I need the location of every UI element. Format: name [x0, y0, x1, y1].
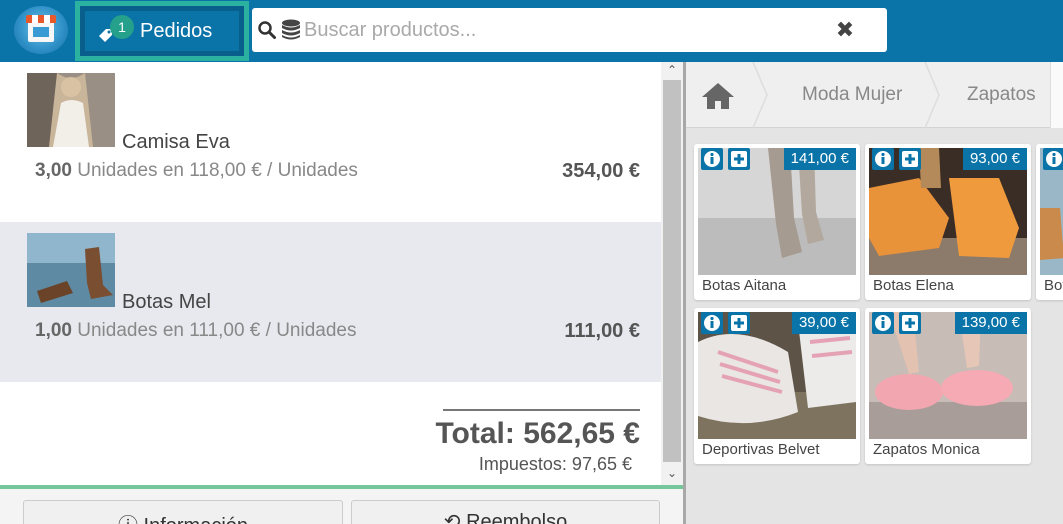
product-thumbnail: [27, 73, 115, 147]
order-scrollbar[interactable]: ⌃ ⌄: [661, 62, 683, 485]
scroll-down-icon[interactable]: ⌄: [666, 467, 678, 479]
breadcrumb-scrollbar[interactable]: [1050, 62, 1063, 128]
info-icon[interactable]: [872, 312, 894, 334]
home-icon[interactable]: [701, 82, 735, 110]
order-line-qty-value: 1,00: [35, 320, 72, 341]
info-icon[interactable]: [872, 148, 894, 170]
scrollbar-thumb[interactable]: [663, 80, 681, 462]
order-line-qty-detail: Unidades en 118,00 € / Unidades: [77, 160, 358, 181]
store-logo-icon[interactable]: [14, 6, 68, 54]
search-icon: [258, 21, 276, 39]
breadcrumb-item[interactable]: Zapatos: [967, 84, 1036, 106]
breadcrumb-item[interactable]: Moda Mujer: [802, 84, 902, 106]
info-icon[interactable]: [1043, 148, 1063, 170]
product-name: Botas Aitana: [702, 277, 787, 294]
order-line-price: 354,00 €: [562, 160, 640, 182]
search-input[interactable]: [304, 14, 824, 46]
orders-button[interactable]: 1 Pedidos: [75, 1, 249, 61]
product-name: Botas Elena: [873, 277, 954, 294]
product-card[interactable]: 93,00 € Botas Elena: [865, 144, 1031, 300]
order-panel: Camisa Eva 3,00 Unidades en 118,00 € / U…: [0, 62, 661, 485]
order-taxes: Impuestos: 97,65 €: [478, 454, 632, 474]
order-line-qty-detail: Unidades en 111,00 € / Unidades: [77, 320, 357, 341]
order-line[interactable]: Camisa Eva 3,00 Unidades en 118,00 € / U…: [0, 62, 661, 222]
search-bar: ✖: [252, 8, 887, 52]
order-line-price: 111,00 €: [564, 320, 640, 342]
order-line-name: Botas Mel: [122, 291, 211, 313]
plus-icon[interactable]: [728, 148, 750, 170]
product-price: 93,00 €: [962, 148, 1027, 170]
order-line-qty-value: 3,00: [35, 160, 72, 181]
product-card[interactable]: 139,00 € Zapatos Monica: [865, 308, 1031, 464]
order-line-quantity: 1,00 Unidades en 111,00 € / Unidades: [35, 320, 357, 342]
refresh-icon: ⟲: [443, 511, 467, 524]
top-bar: 1 Pedidos ✖: [0, 0, 1063, 62]
total-divider: [443, 409, 640, 411]
breadcrumb-separator: [924, 62, 940, 128]
refund-button[interactable]: ⟲ Reembolso: [351, 500, 660, 524]
order-line[interactable]: Botas Mel 1,00 Unidades en 111,00 € / Un…: [0, 222, 661, 382]
breadcrumb: Moda Mujer Zapatos: [686, 62, 1063, 128]
product-price: 139,00 €: [954, 312, 1027, 334]
product-name: Deportivas Belvet: [702, 441, 820, 458]
product-price: 39,00 €: [791, 312, 856, 334]
product-price: 141,00 €: [783, 148, 856, 170]
order-line-name: Camisa Eva: [122, 131, 230, 153]
product-card[interactable]: 39,00 € Deportivas Belvet: [694, 308, 860, 464]
plus-icon[interactable]: [899, 312, 921, 334]
product-thumbnail: [27, 233, 115, 307]
info-button-label: Información: [144, 515, 249, 524]
plus-icon[interactable]: [899, 148, 921, 170]
info-icon[interactable]: [701, 312, 723, 334]
product-panel: Moda Mujer Zapatos 141,00 € Botas Aitana: [686, 62, 1063, 524]
refund-button-label: Reembolso: [466, 511, 568, 524]
product-card[interactable]: Bot: [1036, 144, 1063, 300]
database-icon[interactable]: [281, 19, 301, 41]
product-card[interactable]: 141,00 € Botas Aitana: [694, 144, 860, 300]
orders-label: Pedidos: [140, 20, 213, 42]
orders-count-badge: 1: [110, 15, 134, 39]
info-icon: ⓘ: [118, 515, 144, 524]
close-icon[interactable]: ✖: [834, 19, 856, 41]
product-name: Zapatos Monica: [873, 441, 980, 458]
scroll-up-icon[interactable]: ⌃: [666, 64, 678, 76]
info-icon[interactable]: [701, 148, 723, 170]
plus-icon[interactable]: [728, 312, 750, 334]
breadcrumb-separator: [752, 62, 768, 128]
order-total: Total: 562,65 €: [435, 417, 640, 450]
info-button[interactable]: ⓘ Información: [23, 500, 343, 524]
action-bar: ⓘ Información ⟲ Reembolso: [0, 489, 683, 524]
product-name: Bot: [1044, 277, 1063, 294]
order-line-quantity: 3,00 Unidades en 118,00 € / Unidades: [35, 160, 358, 182]
